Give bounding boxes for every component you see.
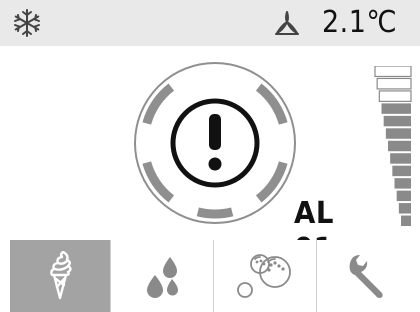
- gauge-arc-segment: [255, 83, 288, 125]
- level-segment: [385, 128, 411, 139]
- level-segment: [392, 165, 411, 177]
- level-segment: [396, 190, 411, 202]
- level-segment: [376, 77, 412, 90]
- snowflake-icon: [14, 9, 40, 37]
- temperature-readout: 2.1℃: [322, 5, 398, 40]
- soft-serve-icon: [50, 251, 72, 300]
- gauge-arc-segment: [142, 83, 175, 125]
- nav-drops[interactable]: [110, 240, 213, 312]
- nav-service[interactable]: [316, 240, 420, 312]
- alarm-code: AL 01: [294, 196, 334, 267]
- level-segment: [398, 203, 411, 214]
- nav-soft-serve[interactable]: [10, 240, 110, 312]
- level-segment: [383, 115, 411, 127]
- level-segment: [390, 153, 411, 164]
- exclamation-icon: [170, 98, 260, 188]
- gauge-arc-segment: [142, 161, 175, 203]
- level-segment: [401, 215, 411, 226]
- level-segment: [388, 140, 411, 152]
- level-segment: [374, 66, 412, 78]
- gauge-arc-segment: [255, 161, 288, 203]
- level-indicator: [374, 66, 412, 226]
- wrench-icon: [349, 255, 383, 298]
- level-segment: [381, 103, 411, 114]
- nav-bubbles[interactable]: [213, 240, 316, 312]
- level-segment: [394, 178, 411, 189]
- drops-icon: [147, 257, 178, 298]
- bottom-navigation: [0, 240, 420, 312]
- alarm-gauge: [134, 62, 296, 224]
- status-bar: 2.1℃: [0, 0, 420, 46]
- gauge-arc-segment: [196, 207, 234, 219]
- bubbles-icon: [237, 254, 291, 298]
- level-segment: [378, 90, 412, 102]
- fan-icon: [275, 11, 299, 35]
